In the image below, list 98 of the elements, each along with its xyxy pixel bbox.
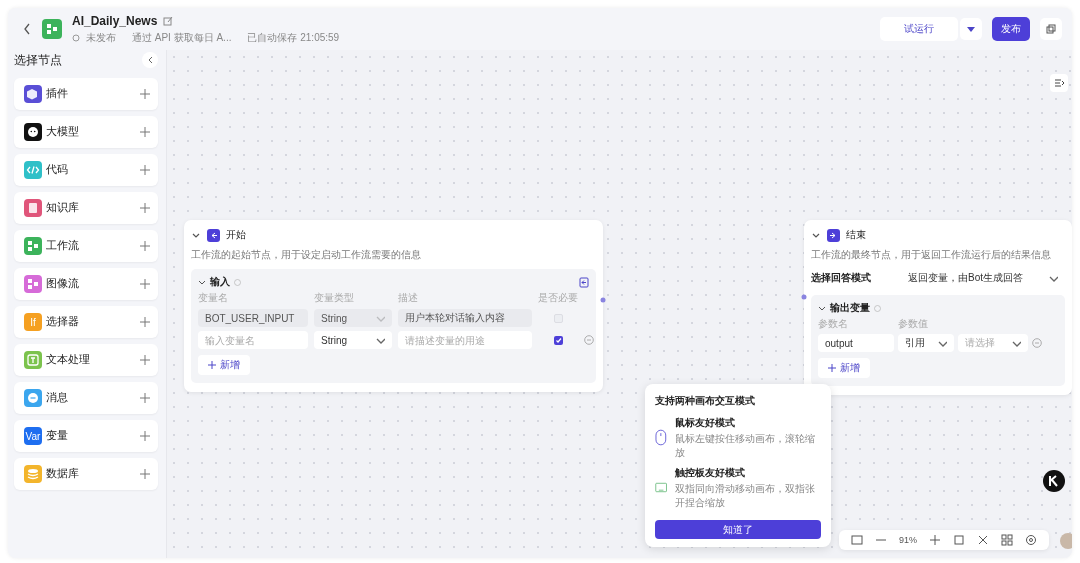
section-title: 输出变量 xyxy=(830,301,870,315)
plus-icon xyxy=(208,361,216,369)
close-icon[interactable] xyxy=(977,534,989,546)
node-type-icon: Var xyxy=(24,427,42,445)
mode-description: 鼠标左键按住移动画布，滚轮缩放 xyxy=(674,432,816,459)
expand-icon[interactable] xyxy=(818,304,826,312)
mode-title: 鼠标友好模式 xyxy=(674,416,736,430)
section-title: 输入 xyxy=(210,275,230,289)
chevron-icon xyxy=(147,56,153,64)
assistant-logo-icon[interactable] xyxy=(1043,470,1065,492)
source-select[interactable]: 引用 xyxy=(898,334,954,352)
connection-port[interactable] xyxy=(600,297,606,303)
node-title: 开始 xyxy=(226,228,246,242)
plus-icon[interactable] xyxy=(140,355,150,365)
sidebar-title: 选择节点 xyxy=(14,52,62,68)
publish-status: 未发布 xyxy=(86,30,116,45)
node-item[interactable]: 插件 xyxy=(14,78,158,110)
edit-icon[interactable] xyxy=(163,15,174,26)
end-node-icon xyxy=(827,228,840,242)
status-icon xyxy=(72,33,80,42)
type-select[interactable]: String xyxy=(314,331,392,349)
required-checkbox[interactable] xyxy=(553,335,563,345)
node-type-icon: If xyxy=(24,313,42,331)
connection-port[interactable] xyxy=(801,294,807,300)
panel-toggle-button[interactable] xyxy=(1050,74,1068,92)
back-icon[interactable] xyxy=(22,22,32,36)
remove-icon[interactable] xyxy=(1032,338,1042,348)
expand-icon[interactable] xyxy=(198,278,206,286)
node-item[interactable]: Var 变量 xyxy=(14,420,158,452)
plus-icon[interactable] xyxy=(140,165,150,175)
popup-title: 支持两种画布交互模式 xyxy=(655,394,756,408)
column-header: 描述 xyxy=(398,291,419,305)
variable-name-field[interactable]: 输入变量名 xyxy=(198,331,308,349)
copy-button[interactable] xyxy=(1040,18,1062,40)
column-header: 变量类型 xyxy=(314,291,355,305)
check-icon xyxy=(554,336,562,344)
run-dropdown-button[interactable] xyxy=(960,18,982,40)
minimap-icon[interactable] xyxy=(851,534,863,546)
plus-icon[interactable] xyxy=(140,317,150,327)
description-field[interactable]: 请描述变量的用途 xyxy=(398,331,532,349)
node-item[interactable]: 图像流 xyxy=(14,268,158,300)
workflow-title: AI_Daily_News xyxy=(72,13,158,28)
test-run-button[interactable]: 试运行 xyxy=(880,17,958,41)
grid-icon[interactable] xyxy=(1001,534,1013,546)
plus-icon xyxy=(828,364,836,372)
settings-icon[interactable] xyxy=(1025,534,1037,546)
add-button[interactable]: 新增 xyxy=(818,358,870,378)
node-item[interactable]: 数据库 xyxy=(14,458,158,490)
plus-icon[interactable] xyxy=(140,89,150,99)
column-header: 参数值 xyxy=(898,317,929,331)
mode-title: 触控板友好模式 xyxy=(675,466,747,480)
copy-icon xyxy=(1046,24,1056,34)
plus-icon[interactable] xyxy=(140,431,150,441)
zoom-in-icon[interactable] xyxy=(929,534,941,546)
remove-icon[interactable] xyxy=(584,335,594,345)
panel-icon xyxy=(1054,78,1064,88)
parameter-name-field[interactable]: output xyxy=(818,334,894,352)
info-icon xyxy=(874,304,881,312)
node-item[interactable]: 工作流 xyxy=(14,230,158,262)
description-field[interactable]: 用户本轮对话输入内容 xyxy=(398,309,532,327)
answer-mode-label: 选择回答模式 xyxy=(811,271,872,285)
type-select[interactable]: String xyxy=(314,309,392,327)
node-item[interactable]: 代码 xyxy=(14,154,158,186)
add-button[interactable]: 新增 xyxy=(198,355,250,375)
trackpad-icon xyxy=(655,481,668,494)
node-description: 工作流的最终节点，用于返回工作流运行后的结果信息 xyxy=(811,248,1052,262)
node-title: 结束 xyxy=(846,228,866,242)
mode-description: 双指同向滑动移动画布，双指张开捏合缩放 xyxy=(675,482,817,509)
plus-icon[interactable] xyxy=(140,241,150,251)
caret-icon xyxy=(966,25,976,33)
node-item[interactable]: 知识库 xyxy=(14,192,158,224)
variable-name-field[interactable]: BOT_USER_INPUT xyxy=(198,309,308,327)
node-item[interactable]: 文本处理 xyxy=(14,344,158,376)
fit-view-icon[interactable] xyxy=(953,534,965,546)
column-header: 参数名 xyxy=(818,317,849,331)
plus-icon[interactable] xyxy=(140,393,150,403)
node-item[interactable]: If 选择器 xyxy=(14,306,158,338)
avatar[interactable] xyxy=(1060,533,1072,549)
column-header: 是否必要 xyxy=(538,291,578,305)
node-description: 工作流的起始节点，用于设定启动工作流需要的信息 xyxy=(191,248,422,262)
plus-icon[interactable] xyxy=(140,203,150,213)
mouse-icon xyxy=(655,429,667,446)
publish-button[interactable]: 发布 xyxy=(992,17,1030,41)
info-icon xyxy=(234,278,241,286)
start-node-icon xyxy=(207,228,220,242)
import-icon[interactable] xyxy=(579,276,589,288)
node-item[interactable]: 消息 xyxy=(14,382,158,414)
plus-icon[interactable] xyxy=(140,127,150,137)
workflow-logo-icon xyxy=(42,19,62,39)
got-it-button[interactable]: 知道了 xyxy=(655,520,821,539)
plus-icon[interactable] xyxy=(140,279,150,289)
autosave-time: 已自动保存 21:05:59 xyxy=(247,30,340,45)
collapse-button[interactable] xyxy=(142,52,158,68)
plus-icon[interactable] xyxy=(140,469,150,479)
workflow-description: 通过 API 获取每日 A... xyxy=(132,30,232,45)
column-header: 变量名 xyxy=(198,291,229,305)
node-item[interactable]: 大模型 xyxy=(14,116,158,148)
zoom-level[interactable]: 91% xyxy=(899,535,917,545)
